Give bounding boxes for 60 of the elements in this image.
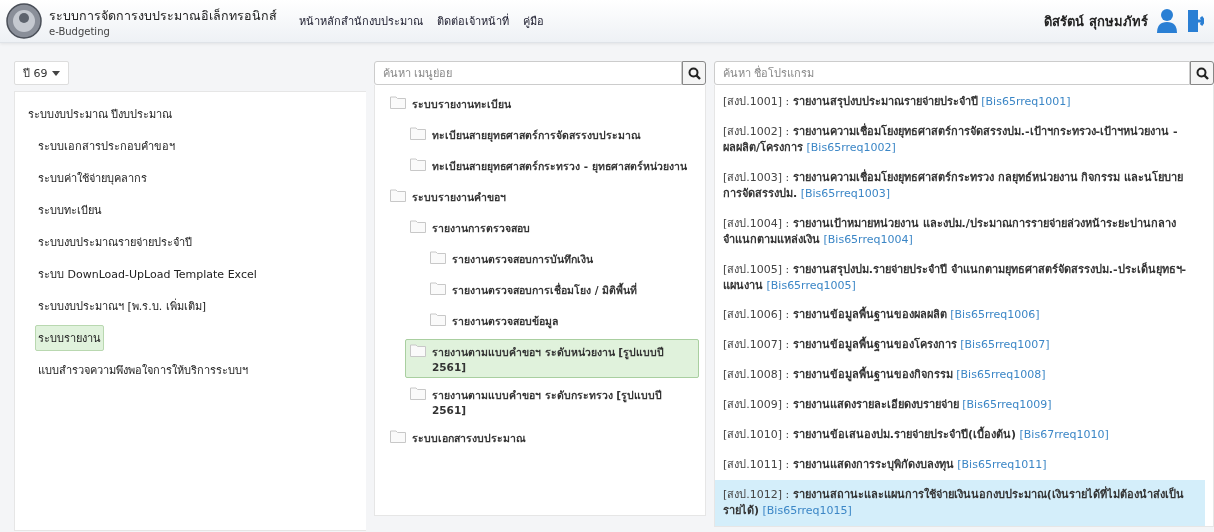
menu-item[interactable]: ระบบค่าใช้จ่ายบุคลากร [35,165,150,191]
menu-item[interactable]: ระบบทะเบียน [35,197,105,223]
menu-item[interactable]: แบบสำรวจความพึงพอใจการให้บริการระบบฯ [35,357,251,383]
folder-icon [410,158,426,171]
tree-item[interactable]: ระบบรายงานคำขอฯ [385,184,699,211]
tree-item[interactable]: รายงานตรวจสอบข้อมูล [425,308,699,335]
menu-item[interactable]: ระบบงบประมาณ ปีงบประมาณ [25,101,176,127]
folder-icon [410,387,426,400]
tree-item[interactable]: ทะเบียนสายยุทธศาสตร์การจัดสรรงบประมาณ [405,122,699,149]
program-item[interactable]: [สงป.1008] : รายงานข้อมูลพื้นฐานของกิจกรรม [Bis65rreq1008] [715,360,1205,391]
folder-icon [430,313,446,326]
search-button[interactable] [682,61,706,85]
menu-item[interactable]: ระบบงบประมาณฯ [พ.ร.บ. เพิ่มเติม] [35,293,210,319]
tree-item[interactable]: ระบบรายงานทะเบียน [385,91,699,118]
tree-item[interactable]: รายงานการตรวจสอบ [405,215,699,242]
folder-icon [390,96,406,109]
search-icon [687,66,701,80]
tree-item[interactable]: รายงานตรวจสอบการเชื่อมโยง / มิติพื้นที่ [425,277,699,304]
emblem-logo [6,3,42,39]
menu-item[interactable]: ระบบรายงาน [35,325,104,351]
tree-item[interactable]: รายงานตามแบบคำขอฯ ระดับกระทรวง [รูปแบบปี 2561] [405,382,699,421]
folder-icon [390,430,406,443]
menu-item[interactable]: ระบบ DownLoad-UpLoad Template Excel [35,261,260,287]
user-name: ดิสรัตน์ สุกษมภัทร์ [1044,12,1148,32]
logout-icon[interactable] [1188,8,1204,34]
program-item[interactable]: [สงป.1004] : รายงานเป้าหมายหน่วยงาน และงปม./ประมาณการรายจ่ายล่วงหน้าระยะปานกลาง จำแนกตามแหล่งเงิน [Bis65rreq1004] [715,208,1205,255]
nav-link[interactable]: คู่มือ [523,12,544,30]
app-title: ระบบการจัดการงบประมาณอิเล็กทรอนิกส์ [49,6,277,25]
program-item[interactable]: [สงป.1011] : รายงานแสดงการระบุพิกัดงบลงทุน [Bis65rreq1011] [715,450,1205,481]
submenu-search-field[interactable]: ค้นหา เมนูย่อย [374,61,682,85]
program-item[interactable]: [สงป.1006] : รายงานข้อมูลพื้นฐานของผลผลิต [Bis65rreq1006] [715,300,1205,331]
program-item[interactable]: [สงป.1010] : รายงานข้อเสนองปม.รายจ่ายประจำปี(เบื้องต้น) [Bis67rreq1010] [715,420,1205,451]
folder-icon [430,282,446,295]
nav-link[interactable]: หน้าหลักสำนักงบประมาณ [299,12,423,30]
search-button[interactable] [1190,61,1214,85]
folder-icon [410,344,426,357]
app-subtitle: e-Budgeting [49,25,111,37]
menu-item[interactable]: ระบบงบประมาณรายจ่ายประจำปี [35,229,195,255]
program-item[interactable]: [สงป.1009] : รายงานแสดงรายละเอียดงบรายจ่าย [Bis65rreq1009] [715,390,1205,421]
year-dropdown[interactable]: ปี 69 [14,61,69,85]
program-item[interactable]: [สงป.1003] : รายงานความเชื่อมโยงยุทธศาสตร์กระทรวง กลยุทธ์หน่วยงาน กิจกรรม และนโยบายการจัดสรรงปม. [Bis65rreq1003] [715,162,1205,209]
user-icon[interactable] [1156,8,1178,34]
program-item[interactable]: [สงป.1002] : รายงานความเชื่อมโยงยุทธศาสตร์การจัดสรรงปม.-เป้าฯกระทรวง-เป้าฯหน่วยงาน - ผลผลิต/โครงการ [Bis65rreq1002] [715,116,1205,163]
program-item[interactable]: [สงป.1005] : รายงานสรุปงปม.รายจ่ายประจำปี จำแนกตามยุทธศาสตร์จัดสรรงปม.-ประเด็นยุทธฯ-แผนงาน [Bis65rreq1005] [715,254,1205,301]
menu-item[interactable]: ระบบเอกสารประกอบคำขอฯ [35,133,178,159]
program-item[interactable]: [สงป.1007] : รายงานข้อมูลพื้นฐานของโครงการ [Bis65rreq1007] [715,330,1205,361]
program-item[interactable]: [สงป.1001] : รายงานสรุปงบประมาณรายจ่ายประจำปี [Bis65rreq1001] [715,87,1205,117]
caret-icon [51,70,60,76]
tree-item[interactable]: รายงานตามแบบคำขอฯ ระดับหน่วยงาน [รูปแบบปี 2561] [405,339,699,378]
tree-item[interactable]: ทะเบียนสายยุทธศาสตร์กระทรวง - ยุทธศาสตร์หน่วยงาน [405,153,699,180]
folder-icon [430,251,446,264]
nav-link[interactable]: ติดต่อเจ้าหน้าที่ [437,12,509,30]
folder-icon [390,189,406,202]
program-item[interactable]: [สงป.1012] : รายงานสถานะและแผนการใช้จ่ายเงินนอกงบประมาณ(เงินรายได้ที่ไม่ต้องนำส่งเป็นรายได้) [Bis65rreq1015] [715,480,1205,526]
folder-icon [410,220,426,233]
program-search-field[interactable]: ค้นหา ชื่อโปรแกรม [714,61,1190,85]
search-icon [1195,66,1209,80]
tree-item[interactable]: ระบบเอกสารงบประมาณ [385,425,699,452]
folder-icon [410,127,426,140]
tree-item[interactable]: รายงานตรวจสอบการบันทึกเงิน [425,246,699,273]
